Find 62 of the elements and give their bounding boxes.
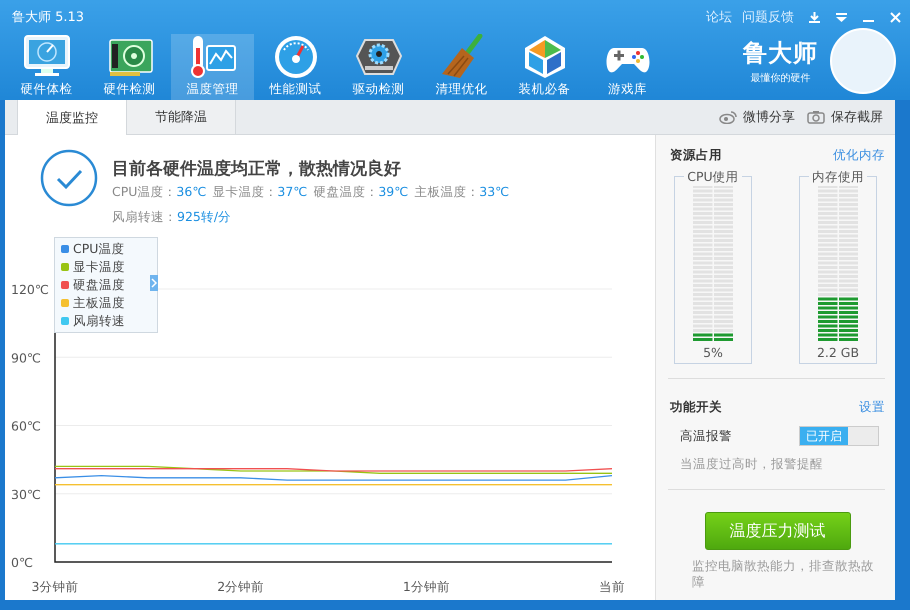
reading-label: 主板温度：	[414, 184, 480, 199]
nav-tab[interactable]: 游戏库	[586, 34, 669, 100]
nav-tab[interactable]: 温度管理	[171, 34, 254, 100]
nav-tab[interactable]: 驱动检测	[337, 34, 420, 100]
meter-label: CPU使用	[684, 169, 742, 186]
legend-label: 风扇转速	[73, 312, 125, 330]
reading-value: 36℃	[176, 184, 206, 199]
reading-value: 39℃	[378, 184, 408, 199]
section-title: 功能开关	[670, 399, 722, 416]
close-icon[interactable]	[889, 10, 902, 24]
settings-link[interactable]: 设置	[859, 399, 885, 416]
y-axis-label: 90℃	[11, 350, 41, 366]
toolbar-link[interactable]: 微博分享	[743, 108, 795, 126]
meter-label: 内存使用	[809, 169, 867, 186]
nav-tab[interactable]: 硬件检测	[88, 34, 171, 100]
switch-description: 当温度过高时，报警提醒	[680, 456, 824, 473]
download-icon[interactable]	[808, 10, 821, 24]
optimize-link[interactable]: 优化内存	[833, 147, 885, 164]
nav-tab[interactable]: 性能测试	[254, 34, 337, 100]
reading-label: 风扇转速：	[112, 209, 177, 224]
header-link[interactable]: 论坛	[706, 8, 732, 26]
reading-value: 925转/分	[177, 209, 232, 224]
reading-label: CPU温度：	[112, 184, 176, 199]
camera-icon	[807, 110, 825, 124]
reading-value: 37℃	[277, 184, 308, 199]
stress-test-button[interactable]: 温度压力测试	[704, 512, 850, 550]
x-axis-label: 当前	[599, 579, 625, 594]
legend-label: CPU温度	[73, 240, 124, 258]
y-axis-label: 60℃	[11, 418, 41, 434]
section-title: 资源占用	[670, 147, 722, 164]
legend-label: 硬盘温度	[73, 276, 125, 294]
x-axis-label: 1分钟前	[402, 579, 450, 594]
reading-value: 33℃	[479, 184, 510, 199]
meter-reading: 5%	[703, 345, 723, 360]
nav-tab[interactable]: 清理优化	[420, 34, 503, 100]
meter-reading: 2.2 GB	[816, 345, 860, 360]
status-headline: 目前各硬件温度均正常，散热情况良好	[112, 158, 402, 180]
window-title: 鲁大师 5.13	[12, 9, 86, 26]
x-axis-label: 2分钟前	[217, 579, 264, 594]
x-axis-label: 3分钟前	[32, 579, 78, 594]
check-circle-icon	[40, 149, 98, 207]
brand-name: 鲁大师	[743, 38, 818, 69]
toolbar-link[interactable]: 保存截屏	[831, 108, 883, 126]
y-axis-label: 120℃	[11, 282, 49, 297]
dropdown-icon[interactable]	[835, 10, 848, 24]
y-axis-label: 30℃	[11, 486, 41, 502]
reading-label: 硬盘温度：	[313, 184, 378, 199]
nav-tab[interactable]: 装机必备	[503, 34, 586, 100]
legend-label: 主板温度	[73, 294, 125, 312]
reading-label: 显卡温度：	[212, 184, 278, 199]
nav-tab[interactable]: 硬件体检	[5, 34, 88, 100]
tab[interactable]: 节能降温	[127, 100, 236, 134]
legend-label: 显卡温度	[73, 258, 125, 276]
y-axis-label: 0℃	[11, 555, 33, 570]
stress-test-caption: 监控电脑散热能力，排查散热故障	[692, 558, 875, 590]
thermometer-chart-icon	[188, 34, 236, 80]
brand-slogan: 最懂你的硬件	[750, 72, 812, 85]
tab[interactable]: 温度监控	[17, 100, 127, 135]
weibo-icon	[719, 110, 737, 124]
toggle-switch[interactable]: 已开启	[799, 426, 879, 446]
switch-label: 高温报警	[680, 428, 732, 444]
header-link[interactable]: 问题反馈	[742, 8, 794, 26]
